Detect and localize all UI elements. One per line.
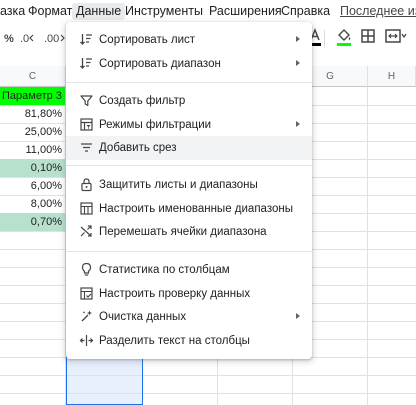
menu-item-filter-views[interactable]: Режимы фильтрации [66, 113, 312, 137]
menu-item-randomize-range[interactable]: Перемешать ячейки диапазона [66, 220, 312, 244]
column-header-h-label: H [387, 71, 396, 82]
menu-item-label: Очистка данных [99, 311, 187, 323]
menu-item-label: Разделить текст на столбцы [99, 335, 250, 347]
menu-tools[interactable]: Инструменты [125, 3, 203, 20]
increase-decimals-label: .00 [44, 33, 60, 45]
named-ranges-icon [80, 202, 93, 215]
submenu-arrow-icon [296, 121, 300, 127]
menu-separator [66, 165, 312, 166]
menu-item-data-validation[interactable]: Настроить проверку данных [66, 282, 312, 306]
arrow-right-icon [60, 34, 66, 42]
cell-c-value-highlighted[interactable]: 0,70% [0, 213, 65, 231]
cell-c-value-highlighted[interactable]: 0,10% [0, 159, 65, 177]
paint-bucket-icon [337, 29, 351, 46]
column-header-g-label: G [326, 71, 334, 82]
borders-icon [361, 29, 375, 43]
data-menu-dropdown: Сортировать лист Сортировать диапазон Со… [66, 22, 312, 359]
menu-item-data-cleanup[interactable]: Очистка данных [66, 305, 312, 329]
submenu-arrow-icon [296, 60, 300, 66]
format-percent-button[interactable]: % [4, 31, 14, 47]
menu-item-named-ranges[interactable]: Настроить именованные диапазоны [66, 197, 312, 221]
column-header-c[interactable]: C [0, 66, 66, 87]
slicer-icon [81, 143, 92, 152]
toolbar-divider [324, 30, 325, 48]
cell-c-value[interactable]: 81,80% [0, 105, 65, 123]
menu-item-label: Статистика по столбцам [99, 264, 230, 276]
arrow-left-icon [29, 34, 34, 42]
decrease-decimals-button[interactable]: .0 [20, 31, 35, 47]
menu-item-label: Сортировать диапазон [99, 58, 221, 70]
column-header-c-label: C [28, 71, 37, 82]
menu-help[interactable]: Справка [281, 3, 330, 20]
lock-icon [81, 178, 92, 192]
filter-views-icon [80, 118, 93, 131]
last-edit-link[interactable]: Последнее изм [340, 3, 416, 20]
menu-item-create-filter[interactable]: Создать фильтр [66, 89, 312, 113]
menu-item-split-text[interactable]: Разделить текст на столбцы [66, 329, 312, 353]
menu-item-label: Сортировать лист [99, 34, 196, 46]
menu-separator [66, 82, 312, 83]
menu-item-column-stats[interactable]: Статистика по столбцам [66, 258, 312, 282]
menu-item-add-slicer[interactable]: Добавить срез [66, 136, 312, 160]
menu-separator [66, 251, 312, 252]
sort-icon [80, 34, 92, 45]
menu-bar: азка Формат Данные Инструменты Расширени… [0, 0, 416, 22]
menu-item-label: Защитить листы и диапазоны [99, 179, 258, 191]
data-cleanup-icon [81, 310, 92, 322]
filter-icon [80, 95, 93, 107]
menu-extensions[interactable]: Расширения [209, 3, 282, 20]
sort-range-icon [80, 58, 92, 69]
merge-cells-button[interactable] [385, 29, 407, 46]
borders-button[interactable] [361, 29, 375, 46]
merge-cells-icon [385, 29, 407, 43]
cell-c-value[interactable]: 25,00% [0, 123, 65, 141]
menu-item-label: Добавить срез [99, 142, 177, 154]
menu-item-sort-sheet[interactable]: Сортировать лист [66, 28, 312, 52]
menu-item-label: Настроить проверку данных [99, 288, 251, 300]
column-header-h[interactable]: H [368, 66, 416, 87]
grid-line [0, 393, 416, 394]
shuffle-icon [80, 225, 92, 237]
menu-item-sort-range[interactable]: Сортировать диапазон [66, 52, 312, 76]
grid-line [0, 375, 416, 376]
split-text-icon [79, 335, 94, 346]
menu-item-label: Создать фильтр [99, 95, 186, 107]
menu-data[interactable]: Данные [72, 3, 126, 20]
submenu-arrow-icon [296, 313, 300, 319]
data-validation-icon [80, 287, 93, 300]
lightbulb-icon [81, 262, 92, 276]
submenu-arrow-icon [296, 36, 300, 42]
decrease-decimals-label: .0 [20, 33, 30, 45]
fill-color-button[interactable] [336, 27, 352, 50]
menu-item-label: Настроить именованные диапазоны [99, 203, 293, 215]
increase-decimals-button[interactable]: .00 [44, 31, 66, 47]
cell-c-value[interactable]: 6,00% [0, 177, 65, 195]
cell-c-header[interactable]: Параметр 3 [0, 87, 65, 105]
menu-item-label: Режимы фильтрации [99, 119, 212, 131]
menu-item-protect-sheets[interactable]: Защитить листы и диапазоны [66, 173, 312, 197]
menu-insert[interactable]: азка [0, 3, 25, 20]
menu-item-label: Перемешать ячейки диапазона [99, 226, 267, 238]
cell-c-value[interactable]: 8,00% [0, 195, 65, 213]
cell-c-value[interactable]: 11,00% [0, 141, 65, 159]
menu-format[interactable]: Формат [28, 3, 72, 20]
